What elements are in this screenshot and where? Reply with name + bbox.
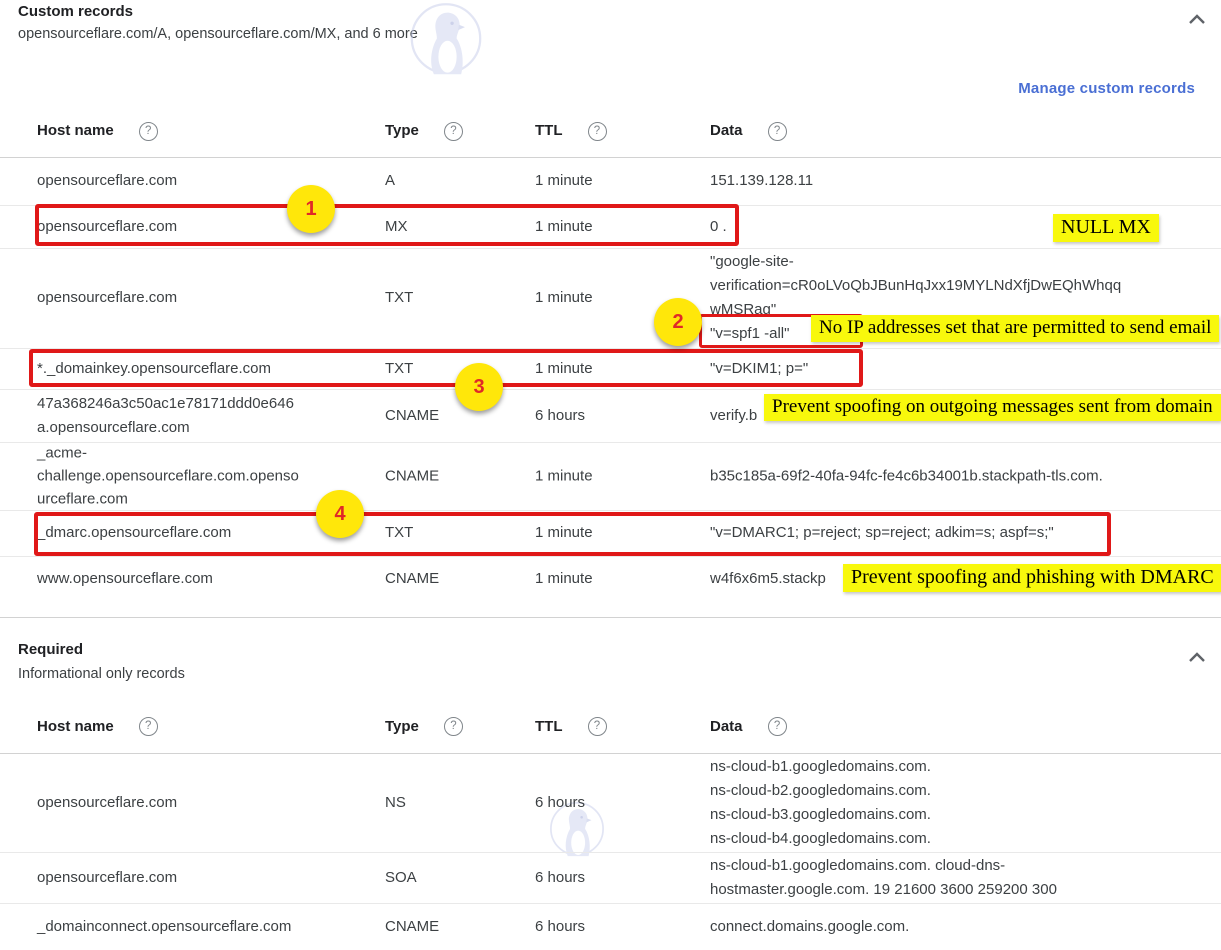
record-ttl: 6 hours: [535, 791, 700, 815]
column-label: Type: [385, 119, 419, 143]
record-type: CNAME: [385, 404, 525, 428]
record-data: connect.domains.google.com.: [710, 915, 1215, 939]
host-name: opensourceflare.com: [37, 866, 372, 890]
record-ttl: 1 minute: [535, 169, 700, 193]
annotation-callout-dmarc: Prevent spoofing and phishing with DMARC: [843, 564, 1221, 592]
help-icon[interactable]: ?: [444, 122, 463, 141]
table-row: *._domainkey.opensourceflare.com TXT 1 m…: [0, 348, 1221, 390]
column-header-ttl: TTL ?: [535, 119, 700, 143]
record-data: ns-cloud-b4.googledomains.com.: [710, 827, 1215, 851]
host-name: www.opensourceflare.com: [37, 567, 372, 591]
section-title-custom-records: Custom records: [18, 3, 133, 20]
table-header-row: Host name ? Type ? TTL ? Data ?: [0, 700, 1221, 754]
record-ttl: 1 minute: [535, 465, 700, 488]
record-type: CNAME: [385, 465, 525, 488]
help-icon[interactable]: ?: [444, 717, 463, 736]
annotation-marker-4: 4: [316, 490, 364, 538]
help-icon[interactable]: ?: [588, 717, 607, 736]
host-name: challenge.opensourceflare.com.openso: [37, 465, 372, 488]
host-name: _domainconnect.opensourceflare.com: [37, 915, 372, 939]
annotation-callout-dkim: Prevent spoofing on outgoing messages se…: [764, 394, 1221, 421]
help-icon[interactable]: ?: [768, 717, 787, 736]
column-header-type: Type ?: [385, 715, 525, 739]
record-data: ns-cloud-b2.googledomains.com.: [710, 779, 1215, 803]
record-data: ns-cloud-b3.googledomains.com.: [710, 803, 1215, 827]
column-header-data: Data ?: [710, 119, 1215, 143]
column-header-ttl: TTL ?: [535, 715, 700, 739]
record-data: verification=cR0oLVoQbJBunHqJxx19MYLNdXf…: [710, 274, 1215, 298]
help-icon[interactable]: ?: [768, 122, 787, 141]
record-ttl: 1 minute: [535, 521, 700, 545]
host-name: opensourceflare.com: [37, 286, 372, 310]
table-row: _domainconnect.opensourceflare.com CNAME…: [0, 903, 1221, 950]
record-type: CNAME: [385, 915, 525, 939]
record-type: A: [385, 169, 525, 193]
host-name: opensourceflare.com: [37, 791, 372, 815]
column-label: Host name: [37, 715, 114, 739]
record-data: b35c185a-69f2-40fa-94fc-fe4c6b34001b.sta…: [710, 465, 1215, 488]
annotation-marker-3: 3: [455, 363, 503, 411]
record-type: MX: [385, 215, 525, 239]
annotation-marker-1: 1: [287, 185, 335, 233]
help-icon[interactable]: ?: [139, 122, 158, 141]
column-header-host-name: Host name ?: [37, 715, 372, 739]
column-label: Data: [710, 715, 743, 739]
column-header-host-name: Host name ?: [37, 119, 372, 143]
record-ttl: 1 minute: [535, 357, 700, 381]
annotation-marker-2: 2: [654, 298, 702, 346]
record-data: "v=DKIM1; p=": [710, 357, 1215, 381]
host-name: a.opensourceflare.com: [37, 416, 372, 440]
record-type: NS: [385, 791, 525, 815]
column-label: Data: [710, 119, 743, 143]
section-subtitle-required: Informational only records: [18, 666, 185, 682]
help-icon[interactable]: ?: [139, 717, 158, 736]
record-ttl: 6 hours: [535, 404, 700, 428]
host-name: _acme-: [37, 442, 372, 465]
column-header-data: Data ?: [710, 715, 1215, 739]
table-row: _dmarc.opensourceflare.com TXT 1 minute …: [0, 510, 1221, 557]
section-subtitle-custom-records: opensourceflare.com/A, opensourceflare.c…: [18, 26, 418, 42]
annotation-callout-null-mx: NULL MX: [1053, 214, 1159, 242]
host-name: 47a368246a3c50ac1e78171ddd0e646: [37, 392, 372, 416]
column-label: Type: [385, 715, 419, 739]
record-data: hostmaster.google.com. 19 21600 3600 259…: [710, 878, 1215, 902]
record-type: CNAME: [385, 567, 525, 591]
penguin-watermark: [408, 2, 484, 78]
help-icon[interactable]: ?: [588, 122, 607, 141]
section-divider: [0, 617, 1221, 618]
record-type: TXT: [385, 521, 525, 545]
record-type: TXT: [385, 286, 525, 310]
record-type: TXT: [385, 357, 525, 381]
table-header-row: Host name ? Type ? TTL ? Data ?: [0, 105, 1221, 158]
table-row: opensourceflare.com MX 1 minute 0 .: [0, 205, 1221, 249]
column-label: TTL: [535, 119, 563, 143]
table-row: _acme- challenge.opensourceflare.com.ope…: [0, 442, 1221, 511]
record-ttl: 1 minute: [535, 567, 700, 591]
column-label: TTL: [535, 715, 563, 739]
record-data: "google-site-: [710, 250, 1215, 274]
section-title-required: Required: [18, 641, 83, 658]
record-data: ns-cloud-b1.googledomains.com. cloud-dns…: [710, 854, 1215, 878]
record-ttl: 6 hours: [535, 915, 700, 939]
host-name: *._domainkey.opensourceflare.com: [37, 357, 372, 381]
table-row: opensourceflare.com NS 6 hours ns-cloud-…: [0, 753, 1221, 853]
collapse-chevron-up-icon[interactable]: [1185, 8, 1209, 32]
record-ttl: 1 minute: [535, 215, 700, 239]
annotation-callout-spf: No IP addresses set that are permitted t…: [811, 315, 1219, 342]
record-ttl: 6 hours: [535, 866, 700, 890]
table-row: opensourceflare.com A 1 minute 151.139.1…: [0, 157, 1221, 206]
record-type: SOA: [385, 866, 525, 890]
column-label: Host name: [37, 119, 114, 143]
collapse-chevron-up-icon[interactable]: [1185, 646, 1209, 670]
column-header-type: Type ?: [385, 119, 525, 143]
record-data: ns-cloud-b1.googledomains.com.: [710, 755, 1215, 779]
manage-custom-records-link[interactable]: Manage custom records: [1018, 80, 1195, 97]
record-data: "v=DMARC1; p=reject; sp=reject; adkim=s;…: [710, 521, 1215, 545]
record-data: 151.139.128.11: [710, 169, 1215, 193]
table-row: opensourceflare.com SOA 6 hours ns-cloud…: [0, 852, 1221, 904]
